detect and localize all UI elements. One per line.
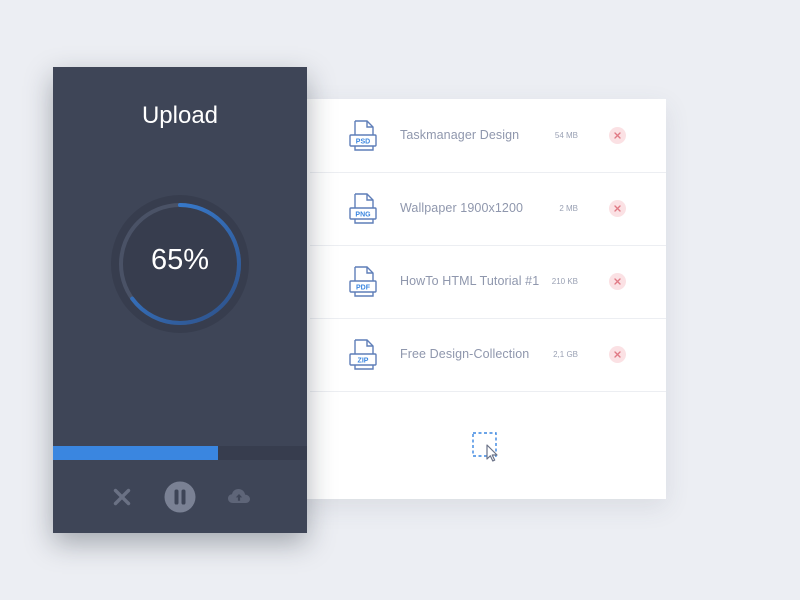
file-row: ZIP Free Design-Collection 2,1 GB bbox=[310, 318, 666, 392]
pause-button[interactable] bbox=[164, 481, 196, 513]
file-row: PDF HowTo HTML Tutorial #1 210 KB bbox=[310, 245, 666, 319]
file-size: 2,1 GB bbox=[553, 350, 578, 359]
file-type-label: PDF bbox=[356, 285, 371, 292]
psd-file-icon: PSD bbox=[349, 120, 377, 151]
file-row: PNG Wallpaper 1900x1200 2 MB bbox=[310, 172, 666, 246]
close-icon bbox=[614, 278, 621, 285]
cloud-upload-button[interactable] bbox=[227, 487, 251, 505]
close-icon bbox=[614, 132, 621, 139]
remove-file-button[interactable] bbox=[609, 273, 626, 290]
png-file-icon: PNG bbox=[349, 193, 377, 224]
file-name: Wallpaper 1900x1200 bbox=[400, 201, 524, 215]
close-icon bbox=[113, 488, 131, 506]
remove-file-button[interactable] bbox=[609, 200, 626, 217]
close-icon bbox=[614, 205, 621, 212]
file-name: Taskmanager Design bbox=[400, 128, 520, 142]
cancel-button[interactable] bbox=[112, 487, 132, 507]
file-size: 54 MB bbox=[554, 131, 578, 140]
file-row: PSD Taskmanager Design 54 MB bbox=[310, 99, 666, 173]
progress-bar-fill bbox=[53, 446, 219, 460]
drag-select-icon bbox=[472, 432, 498, 462]
remove-file-button[interactable] bbox=[609, 127, 626, 144]
file-size: 2 MB bbox=[559, 204, 578, 213]
file-list-panel: PSD Taskmanager Design 54 MB PNG Wallpap… bbox=[300, 99, 666, 499]
file-size: 210 KB bbox=[551, 277, 578, 286]
zip-file-icon: ZIP bbox=[349, 339, 377, 370]
progress-bar bbox=[53, 446, 307, 460]
upload-title: Upload bbox=[141, 102, 219, 129]
cloud-upload-icon bbox=[228, 489, 250, 503]
pdf-file-icon: PDF bbox=[349, 266, 377, 297]
file-type-label: ZIP bbox=[358, 358, 369, 365]
progress-percent: 65% bbox=[150, 244, 210, 276]
drop-zone[interactable] bbox=[472, 432, 502, 462]
close-icon bbox=[614, 351, 621, 358]
file-type-label: PNG bbox=[355, 212, 371, 219]
pause-icon bbox=[164, 481, 196, 513]
remove-file-button[interactable] bbox=[609, 346, 626, 363]
file-type-label: PSD bbox=[356, 139, 370, 146]
